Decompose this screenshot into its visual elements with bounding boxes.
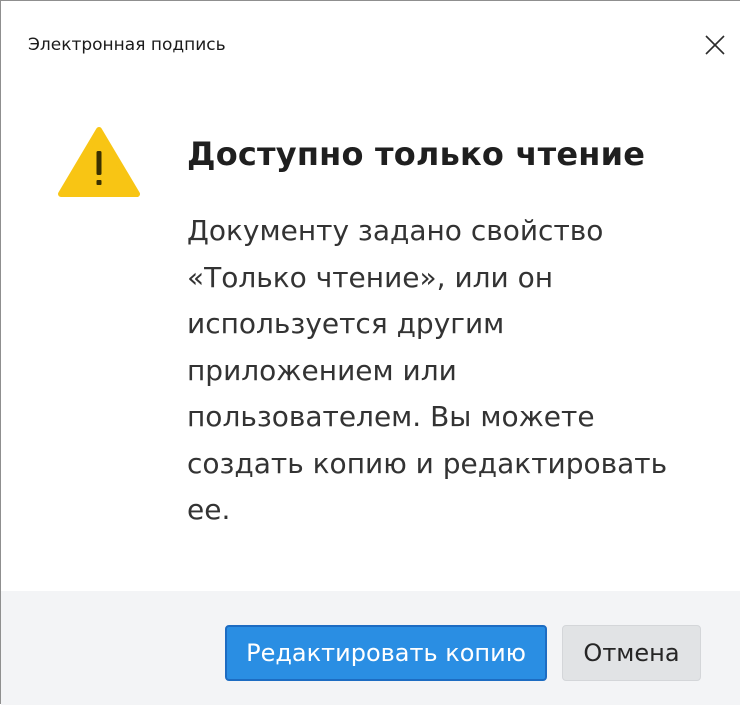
dialog-message: Документу задано свойство «Только чтение… — [187, 208, 717, 534]
cancel-button[interactable]: Отмена — [562, 625, 701, 681]
message-line: пользователем. Вы можете — [187, 400, 595, 433]
edit-copy-button[interactable]: Редактировать копию — [225, 625, 547, 681]
message-line: используется другим — [187, 307, 505, 340]
dialog-footer: Редактировать копию Отмена — [1, 591, 740, 705]
close-button[interactable] — [695, 27, 735, 63]
message-line: создать копию и редактировать — [187, 446, 668, 480]
message-line: приложением или — [187, 353, 457, 387]
read-only-dialog: Электронная подпись Доступно только чтен… — [0, 0, 740, 705]
title-bar: Электронная подпись — [1, 1, 740, 81]
message-line: Документу задано свойство — [187, 214, 604, 247]
window-title: Электронная подпись — [28, 35, 226, 55]
close-icon — [705, 35, 725, 55]
message-line: ее. — [187, 493, 231, 526]
message-line: «Только чтение», или он — [187, 260, 554, 294]
warning-triangle-icon — [58, 127, 140, 197]
dialog-heading: Доступно только чтение — [187, 135, 646, 173]
